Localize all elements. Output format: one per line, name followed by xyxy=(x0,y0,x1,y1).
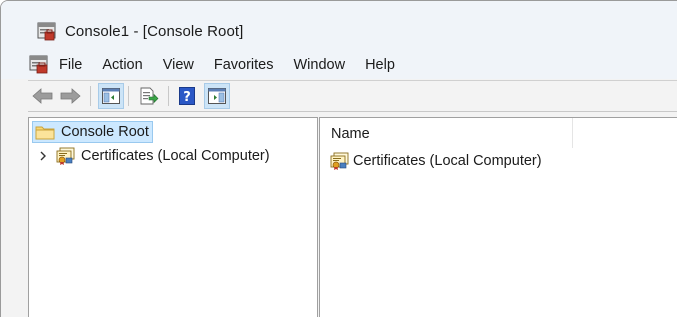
menu-help[interactable]: Help xyxy=(355,49,405,79)
tree-child-label: Certificates (Local Computer) xyxy=(81,148,270,164)
column-header-name[interactable]: Name xyxy=(320,118,573,148)
list-item-certificates[interactable]: Certificates (Local Computer) xyxy=(329,150,542,172)
window-title: Console1 - [Console Root] xyxy=(65,23,244,40)
mmc-system-menu-icon[interactable] xyxy=(28,53,50,75)
title-bar[interactable]: Console1 - [Console Root] xyxy=(1,1,677,49)
content-divider-line xyxy=(28,111,677,112)
toolbar-separator xyxy=(168,86,169,106)
chevron-right-icon[interactable] xyxy=(37,145,49,167)
toolbar: ? xyxy=(28,81,677,109)
mmc-app-icon xyxy=(37,22,56,41)
menu-favorites[interactable]: Favorites xyxy=(204,49,284,79)
menu-action[interactable]: Action xyxy=(92,49,152,79)
export-list-icon xyxy=(139,87,159,105)
console-tree-pane[interactable]: Console Root Certificates (Local Compute… xyxy=(28,117,318,317)
menu-items: File Action View Favorites Window Help xyxy=(49,49,405,79)
tree-root-label: Console Root xyxy=(61,124,149,140)
certificates-icon xyxy=(55,147,75,165)
svg-text:?: ? xyxy=(183,90,191,105)
mmc-window: Console1 - [Console Root] File Action Vi… xyxy=(0,0,677,317)
back-arrow-icon xyxy=(32,88,54,104)
tree-item-console-root[interactable]: Console Root xyxy=(32,121,153,143)
result-pane[interactable]: Name Certificates (Local Computer) xyxy=(319,117,677,317)
show-hide-action-pane-icon xyxy=(208,88,226,104)
toolbar-separator xyxy=(90,86,91,106)
menu-view[interactable]: View xyxy=(153,49,204,79)
forward-arrow-icon xyxy=(59,88,81,104)
menu-window[interactable]: Window xyxy=(284,49,356,79)
show-hide-console-tree-button[interactable] xyxy=(98,83,124,109)
certificates-icon xyxy=(329,152,349,170)
column-header-label: Name xyxy=(331,126,370,142)
back-button[interactable] xyxy=(30,83,56,109)
show-hide-action-pane-button[interactable] xyxy=(204,83,230,109)
forward-button[interactable] xyxy=(57,83,83,109)
tree-item-certificates[interactable]: Certificates (Local Computer) xyxy=(37,145,270,167)
toolbar-separator xyxy=(128,86,129,106)
menu-file[interactable]: File xyxy=(49,49,92,79)
export-list-button[interactable] xyxy=(136,83,162,109)
help-icon: ? xyxy=(179,87,195,105)
menu-bar: File Action View Favorites Window Help xyxy=(1,49,677,79)
folder-icon xyxy=(35,124,55,140)
help-button[interactable]: ? xyxy=(174,83,200,109)
list-item-label: Certificates (Local Computer) xyxy=(353,153,542,169)
show-hide-console-tree-icon xyxy=(102,88,120,104)
